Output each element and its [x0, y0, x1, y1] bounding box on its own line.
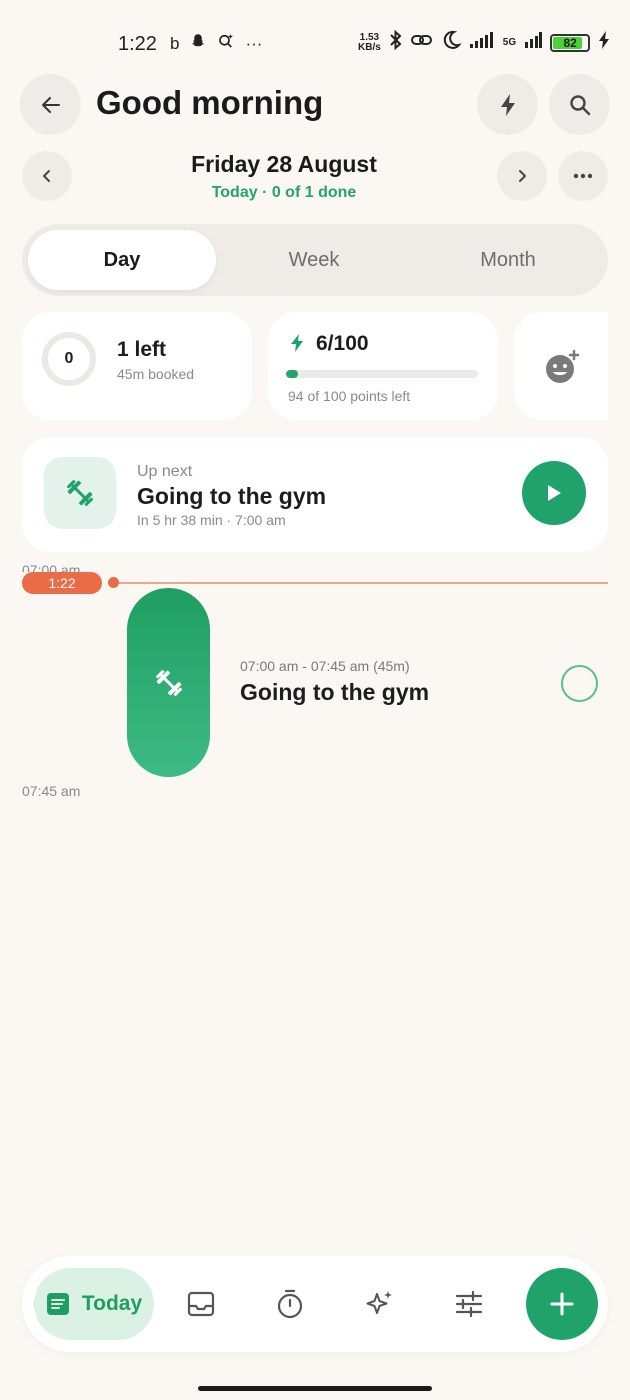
- dumbbell-icon: [155, 669, 182, 696]
- bolt-icon: [500, 93, 515, 116]
- tab-day[interactable]: Day: [28, 230, 216, 290]
- sparkles-icon: [366, 1291, 392, 1314]
- add-emoji-icon: [546, 349, 580, 383]
- signal-icon: [469, 32, 495, 53]
- play-icon: [548, 485, 561, 501]
- page-title: Good morning: [96, 84, 324, 121]
- bluetooth-icon: [389, 29, 403, 55]
- battery-icon: 82: [550, 33, 591, 52]
- mood-card[interactable]: [514, 312, 608, 420]
- charging-icon: [598, 31, 610, 54]
- current-time-dot: [108, 577, 119, 588]
- search-button[interactable]: [549, 74, 610, 135]
- home-indicator[interactable]: [198, 1386, 432, 1391]
- current-time-line: [114, 582, 608, 584]
- tab-week[interactable]: Week: [220, 230, 408, 290]
- up-next-label: Up next: [137, 463, 193, 480]
- points-value: 6/100: [316, 332, 369, 355]
- bing-icon: b: [170, 34, 180, 53]
- task-time-range: 07:00 am - 07:45 am (45m): [240, 658, 410, 674]
- tasks-left: 1 left: [117, 338, 167, 361]
- points-remaining: 94 of 100 points left: [288, 388, 411, 404]
- arrow-left-icon: [41, 96, 60, 113]
- progress-ring: 0: [40, 330, 98, 388]
- more-options-button[interactable]: [558, 151, 608, 201]
- bottom-nav: Today: [22, 1256, 608, 1352]
- tasks-left-card[interactable]: 0 1 left 45m booked: [22, 312, 252, 420]
- sliders-icon: [455, 1291, 483, 1317]
- status-system-icons: 1.53 KB/s 5G 82: [358, 29, 610, 55]
- start-task-button[interactable]: [522, 461, 586, 525]
- tab-month[interactable]: Month: [414, 230, 602, 290]
- search-icon: [569, 94, 590, 115]
- moon-icon: [441, 30, 462, 55]
- nav-timer[interactable]: [272, 1286, 308, 1322]
- today-list-icon: [46, 1293, 69, 1315]
- more-horizontal-icon: [573, 173, 593, 179]
- timer-icon: [277, 1289, 303, 1319]
- nav-ai[interactable]: [362, 1286, 398, 1322]
- nav-inbox[interactable]: [183, 1286, 219, 1322]
- timeline-end-label: 07:45 am: [22, 783, 81, 799]
- up-next-time: In 5 hr 38 min · 7:00 am: [137, 512, 286, 528]
- task-icon-tile: [44, 457, 116, 529]
- add-task-button[interactable]: [526, 1268, 598, 1340]
- time-booked: 45m booked: [117, 366, 195, 382]
- signal-2-icon: [524, 32, 543, 53]
- points-card[interactable]: 6/100 94 of 100 points left: [268, 312, 498, 420]
- task-title[interactable]: Going to the gym: [240, 679, 429, 706]
- dumbbell-icon: [66, 479, 94, 507]
- current-time-badge: 1:22: [22, 572, 102, 594]
- more-notifications-icon: ···: [245, 34, 263, 53]
- task-block[interactable]: [127, 588, 210, 777]
- date-progress: Today · 0 of 1 done: [211, 184, 357, 201]
- nav-settings[interactable]: [451, 1286, 487, 1322]
- up-next-title: Going to the gym: [137, 483, 327, 509]
- snapchat-icon: [189, 32, 207, 56]
- network-speed: 1.53 KB/s: [358, 31, 381, 53]
- status-bar: 1:22 b ··· 1.53 KB/s 5G 82: [0, 0, 630, 80]
- back-button[interactable]: [20, 74, 81, 135]
- energy-button[interactable]: [477, 74, 538, 135]
- status-notification-icons: b ···: [170, 32, 262, 56]
- chevron-right-icon: [519, 170, 526, 182]
- date-title[interactable]: Friday 28 August: [0, 151, 568, 178]
- up-next-card[interactable]: Up next Going to the gym In 5 hr 38 min …: [22, 437, 608, 552]
- task-complete-checkbox[interactable]: [561, 665, 598, 702]
- bolt-icon: [291, 334, 303, 352]
- inbox-icon: [187, 1291, 215, 1317]
- network-type: 5G: [502, 36, 517, 48]
- nav-today[interactable]: Today: [34, 1268, 154, 1340]
- view-switcher: Day Week Month: [22, 224, 608, 296]
- plus-icon: [550, 1292, 574, 1316]
- status-time: 1:22: [118, 33, 157, 55]
- assistant-icon: [217, 32, 235, 56]
- link-icon: [410, 31, 433, 54]
- timeline-start-label: 07:00 am: [22, 562, 81, 572]
- next-day-button[interactable]: [497, 151, 547, 201]
- points-progress-bar: [286, 370, 478, 378]
